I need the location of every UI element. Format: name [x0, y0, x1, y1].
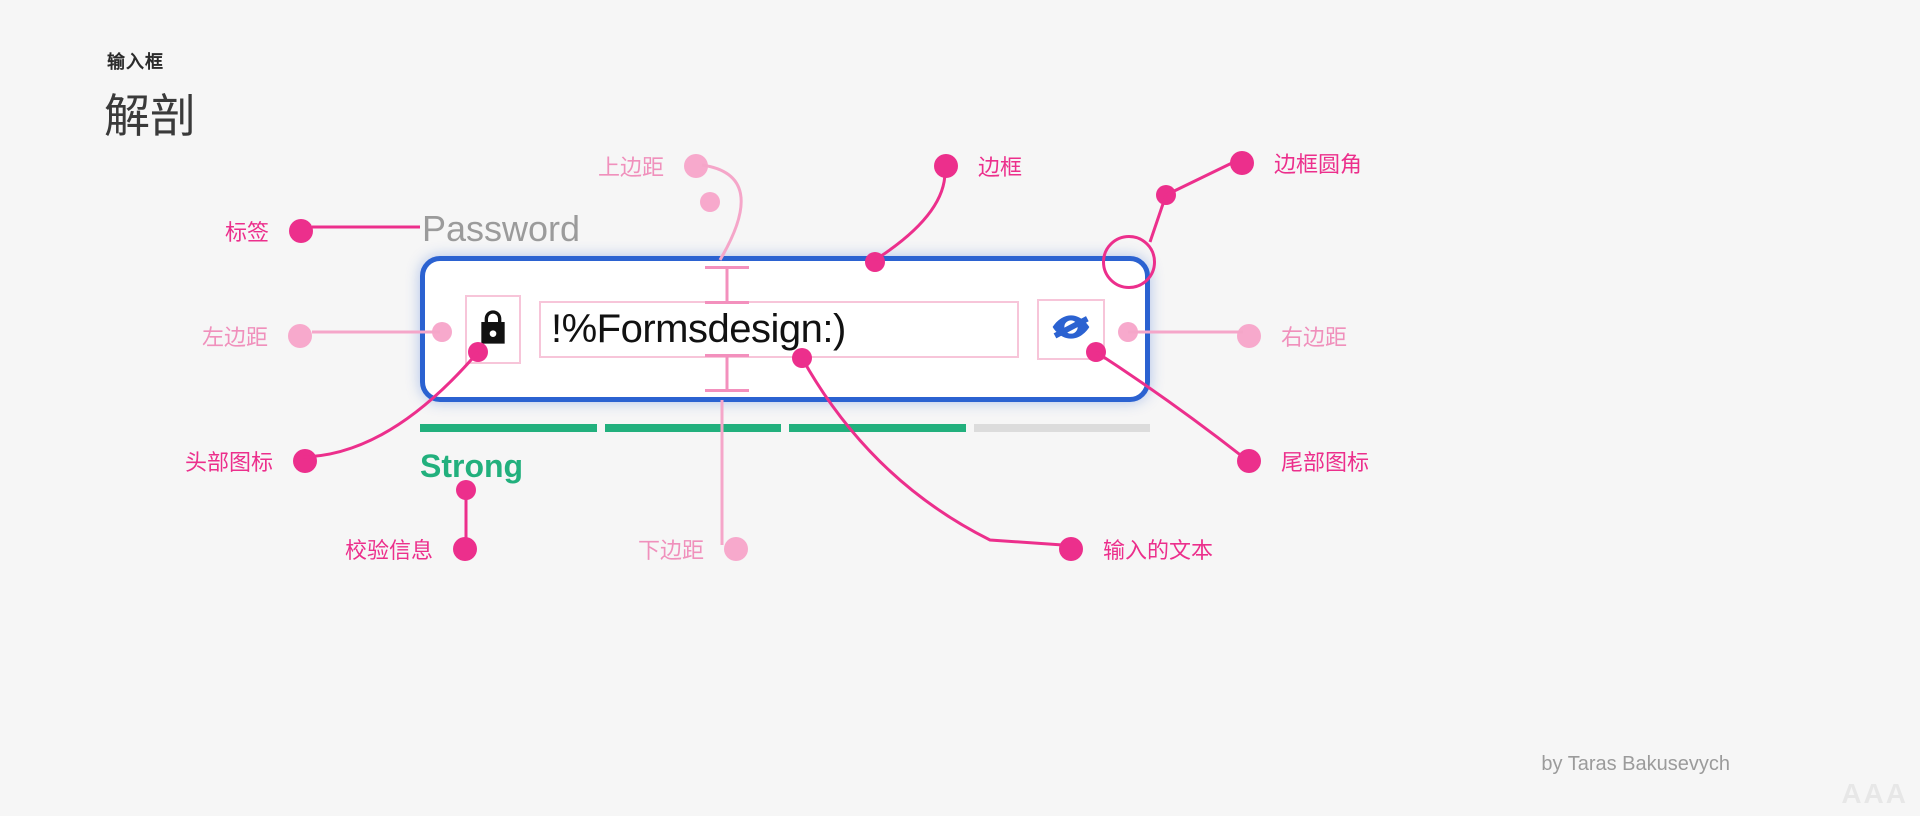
input-anatomy: Password !%Formsdesign:) Strong [420, 208, 1150, 485]
input-value[interactable]: !%Formsdesign:) [539, 301, 1019, 358]
strength-meter [420, 424, 1150, 432]
dot-leading-icon [468, 342, 488, 362]
ann-right-padding: 右边距 [1237, 320, 1347, 352]
dot-trailing-icon [1086, 342, 1106, 362]
dot-right-padding [1118, 322, 1138, 342]
dot-validation [456, 480, 476, 500]
ann-border-radius: 边框圆角 [1230, 147, 1362, 179]
ann-bottom-padding: 下边距 [638, 533, 748, 565]
ann-leading-icon: 头部图标 [185, 445, 317, 477]
page-title: 解剖 [104, 80, 196, 146]
ann-trailing-icon: 尾部图标 [1237, 445, 1369, 477]
ann-input-text: 输入的文本 [1059, 533, 1213, 565]
strength-label: Strong [420, 448, 1150, 485]
eyebrow: 输入框 [107, 48, 164, 74]
dot-border [865, 252, 885, 272]
credit: by Taras Bakusevych [1541, 753, 1730, 776]
dot-border-radius [1156, 185, 1176, 205]
ann-validation: 校验信息 [345, 533, 477, 565]
bottom-padding-indicator [705, 354, 749, 392]
input-label: Password [422, 208, 1150, 250]
top-padding-indicator [705, 266, 749, 304]
watermark: AAA [1841, 778, 1908, 810]
input-container[interactable]: !%Formsdesign:) [420, 256, 1150, 402]
dot-top-padding [700, 192, 720, 212]
ann-label: 标签 [225, 215, 313, 247]
ann-top-padding: 上边距 [598, 150, 708, 182]
border-radius-marker [1102, 235, 1156, 289]
ann-border: 边框 [934, 150, 1022, 182]
dot-input-text [792, 348, 812, 368]
ann-left-padding: 左边距 [202, 320, 312, 352]
dot-left-padding [432, 322, 452, 342]
